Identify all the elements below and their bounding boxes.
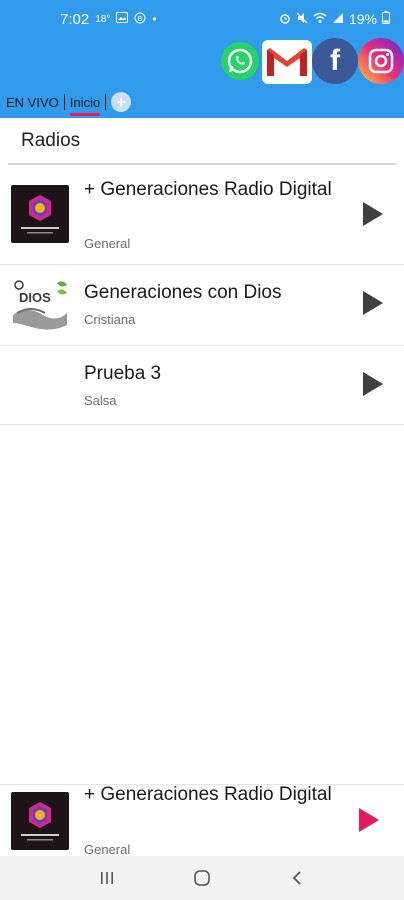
play-icon[interactable]: [363, 202, 383, 226]
player-genre: General: [84, 842, 131, 856]
svg-text:B: B: [138, 16, 143, 23]
gallery-icon: [116, 12, 129, 26]
app-icon: B: [134, 12, 146, 27]
recent-apps-icon[interactable]: [87, 863, 127, 893]
tab-bar: EN VIVO Inicio +: [0, 88, 132, 116]
facebook-icon[interactable]: f: [312, 38, 358, 84]
whatsapp-icon[interactable]: [221, 42, 259, 80]
status-left: 7:02 18° B •: [60, 11, 157, 28]
radio-list-item[interactable]: DIOS Generaciones con Dios Cristiana: [0, 265, 404, 346]
radio-genre: Salsa: [84, 393, 117, 408]
radio-logo: DIOS: [11, 275, 69, 333]
back-icon[interactable]: [277, 863, 317, 893]
svg-text:DIOS: DIOS: [19, 290, 51, 305]
add-tab-button[interactable]: +: [111, 92, 132, 112]
battery-icon: [382, 11, 390, 27]
mute-icon: [296, 12, 308, 27]
radio-title: + Generaciones Radio Digital: [84, 179, 332, 200]
signal-icon: [332, 12, 344, 27]
tab-inicio[interactable]: Inicio: [66, 88, 104, 116]
play-icon[interactable]: [363, 372, 383, 396]
tab-label: Inicio: [69, 94, 101, 110]
section-title: Radios: [8, 118, 396, 165]
radio-genre: Cristiana: [84, 312, 136, 327]
status-right: 19%: [279, 11, 390, 27]
dot-icon: •: [152, 12, 157, 26]
player-play-icon[interactable]: [359, 808, 379, 832]
tab-en-vivo[interactable]: EN VIVO: [0, 88, 63, 116]
gmail-icon[interactable]: [262, 40, 312, 84]
status-temperature: 18°: [95, 13, 111, 25]
radio-title: Prueba 3: [84, 363, 162, 384]
radio-title: Generaciones con Dios: [84, 282, 282, 303]
status-bar: 7:02 18° B • 19%: [0, 0, 404, 38]
instagram-icon[interactable]: [358, 38, 404, 84]
status-time: 7:02: [60, 10, 90, 28]
app-bar: f EN VIVO Inicio +: [0, 38, 404, 118]
radio-list: + Generaciones Radio Digital General DIO…: [0, 166, 404, 425]
radio-list-item[interactable]: Prueba 3 Salsa: [0, 346, 404, 425]
radio-list-item[interactable]: + Generaciones Radio Digital General: [0, 166, 404, 265]
alarm-icon: [279, 12, 291, 27]
battery-percent: 19%: [348, 11, 377, 27]
tab-divider: [105, 94, 107, 110]
player-title: + Generaciones Radio Digital: [84, 784, 332, 805]
play-icon[interactable]: [363, 291, 383, 315]
radio-genre: General: [84, 236, 131, 251]
home-icon[interactable]: [182, 863, 222, 893]
radio-logo: [11, 185, 69, 243]
player-logo: [11, 792, 69, 850]
now-playing-bar[interactable]: + Generaciones Radio Digital General: [0, 784, 404, 856]
wifi-icon: [313, 12, 327, 27]
tab-label: EN VIVO: [6, 94, 59, 110]
system-nav-bar: [0, 856, 404, 900]
tab-divider: [63, 94, 65, 110]
